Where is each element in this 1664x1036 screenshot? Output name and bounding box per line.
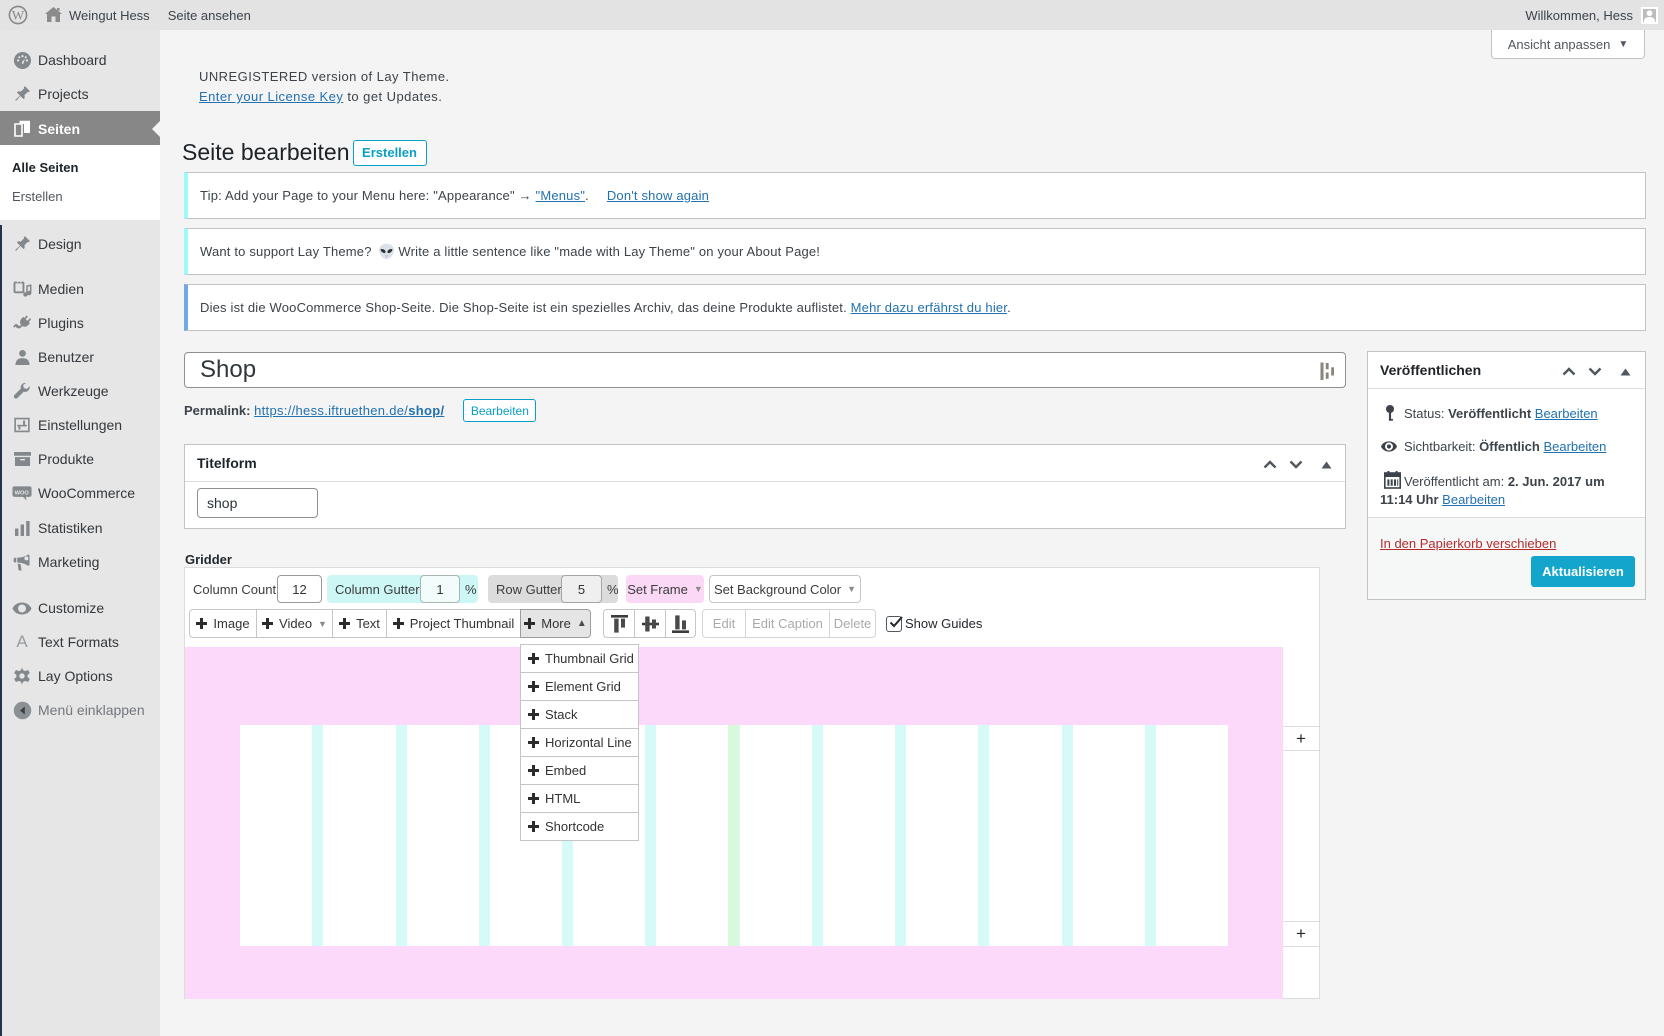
svg-text:W: W [12, 8, 25, 23]
svg-text:WOO: WOO [15, 490, 30, 496]
